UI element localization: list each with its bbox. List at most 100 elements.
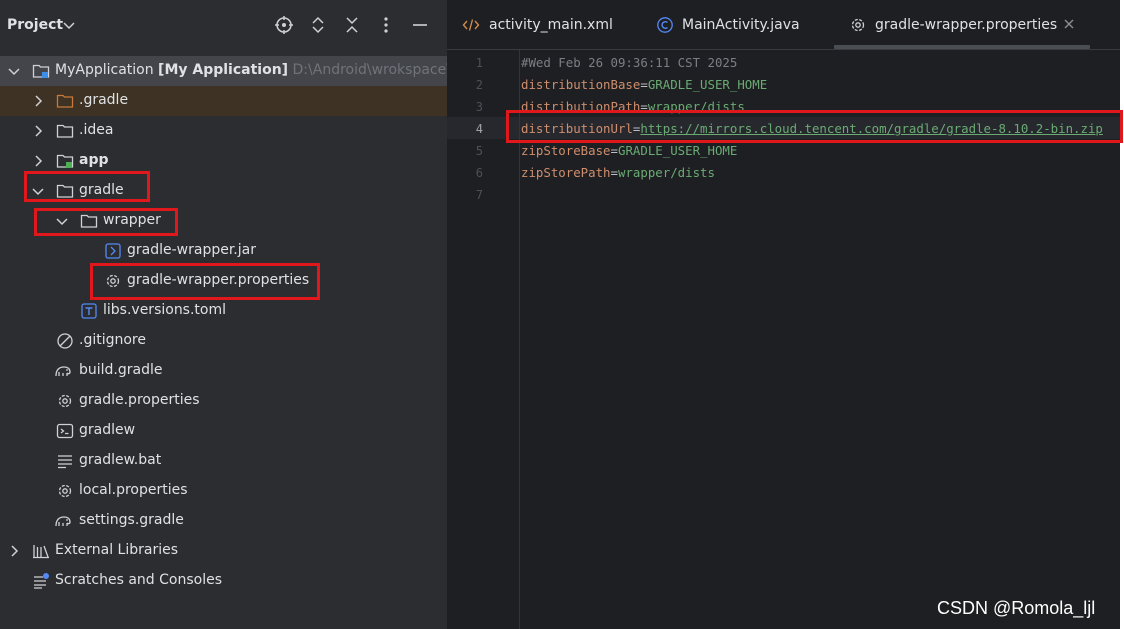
code-line-4[interactable]: distributionUrl=https://mirrors.cloud.te… bbox=[521, 121, 1103, 136]
tree-item-gradle[interactable]: gradle bbox=[0, 176, 447, 206]
ignore-icon bbox=[57, 333, 73, 349]
tab-label: MainActivity.java bbox=[682, 17, 800, 33]
project-name: MyApplication bbox=[55, 62, 154, 78]
xml-icon bbox=[462, 19, 480, 31]
tree-item-dot-gradle[interactable]: .gradle bbox=[0, 86, 447, 116]
chevron-down-icon[interactable] bbox=[7, 64, 21, 78]
chevron-right-icon[interactable] bbox=[7, 544, 21, 558]
tree-item-label: gradlew.bat bbox=[79, 452, 162, 468]
project-tool-window: Project MyApplication [My Application] D… bbox=[0, 0, 447, 629]
jar-icon bbox=[105, 243, 121, 259]
minimize-icon[interactable] bbox=[410, 15, 430, 35]
tree-item-label: gradle-wrapper.properties bbox=[127, 272, 310, 288]
tab-label: activity_main.xml bbox=[489, 17, 613, 33]
property-key: distributionBase bbox=[521, 77, 641, 92]
folder-icon bbox=[56, 184, 74, 198]
tree-root-label: MyApplication [My Application] D:\Androi… bbox=[55, 62, 447, 78]
tree-root-myapplication[interactable]: MyApplication [My Application] D:\Androi… bbox=[0, 56, 447, 86]
line-number: 2 bbox=[475, 78, 483, 92]
property-equals: = bbox=[640, 77, 648, 92]
tree-item-libs-versions-toml[interactable]: libs.versions.toml bbox=[0, 296, 447, 326]
module-folder-icon bbox=[32, 64, 50, 78]
property-value: wrapper/dists bbox=[647, 99, 745, 114]
gear-icon bbox=[851, 18, 865, 32]
folder-icon bbox=[80, 214, 98, 228]
editor-tab-bar: activity_main.xml MainActivity.java grad… bbox=[447, 0, 1120, 50]
chevron-down-icon[interactable] bbox=[31, 184, 45, 198]
tree-item-gradle-wrapper-jar[interactable]: gradle-wrapper.jar bbox=[0, 236, 447, 266]
tab-activity-main-xml[interactable]: activity_main.xml bbox=[462, 0, 642, 49]
tree-item-label: gradlew bbox=[79, 422, 136, 438]
collapse-all-icon[interactable] bbox=[342, 15, 362, 35]
java-class-icon bbox=[657, 17, 673, 33]
tree-item-gradle-properties[interactable]: gradle.properties bbox=[0, 386, 447, 416]
property-value: GRADLE_USER_HOME bbox=[647, 77, 768, 92]
line-number: 5 bbox=[475, 144, 483, 158]
property-value: wrapper/dists bbox=[618, 165, 715, 180]
folder-orange-icon bbox=[56, 94, 74, 108]
gear-icon bbox=[106, 274, 120, 288]
expand-all-icon[interactable] bbox=[308, 15, 328, 35]
line-number: 6 bbox=[475, 166, 483, 180]
tree-item-label: libs.versions.toml bbox=[103, 302, 227, 318]
line-number: 4 bbox=[475, 122, 483, 136]
property-equals: = bbox=[640, 99, 648, 114]
library-icon bbox=[33, 545, 49, 559]
tree-item-app[interactable]: app bbox=[0, 146, 447, 176]
tree-item-label: External Libraries bbox=[55, 542, 178, 558]
tree-item-gitignore[interactable]: .gitignore bbox=[0, 326, 447, 356]
code-line-1[interactable]: #Wed Feb 26 09:36:11 CST 2025 bbox=[521, 55, 737, 70]
close-icon[interactable] bbox=[1062, 17, 1076, 31]
module-folder-icon bbox=[56, 154, 74, 168]
tree-item-build-gradle[interactable]: build.gradle bbox=[0, 356, 447, 386]
distribution-url-link[interactable]: https://mirrors.cloud.tencent.com/gradle… bbox=[640, 121, 1103, 136]
tree-item-scratches-and-consoles[interactable]: Scratches and Consoles bbox=[0, 566, 447, 596]
project-panel-header: Project bbox=[0, 0, 447, 51]
code-line-6[interactable]: zipStorePath=wrapper/dists bbox=[521, 165, 715, 180]
chevron-down-icon[interactable] bbox=[55, 214, 69, 228]
toml-icon bbox=[81, 303, 97, 319]
tree-item-label: gradle.properties bbox=[79, 392, 200, 408]
line-number-gutter: 1 2 3 4 5 6 7 bbox=[447, 50, 520, 629]
tree-item-label: gradle bbox=[79, 182, 124, 198]
tree-item-idea[interactable]: .idea bbox=[0, 116, 447, 146]
gradle-elephant-icon bbox=[55, 366, 71, 377]
code-line-3[interactable]: distributionPath=wrapper/dists bbox=[521, 99, 745, 114]
chevron-down-icon[interactable] bbox=[62, 18, 76, 32]
folder-icon bbox=[56, 124, 74, 138]
property-key: distributionPath bbox=[521, 99, 641, 114]
more-options-icon[interactable] bbox=[376, 15, 396, 35]
property-key: zipStoreBase bbox=[521, 143, 611, 158]
scratches-icon bbox=[34, 573, 49, 589]
text-lines-icon bbox=[58, 455, 72, 469]
chevron-right-icon[interactable] bbox=[31, 124, 45, 138]
chevron-right-icon[interactable] bbox=[31, 94, 45, 108]
gear-icon bbox=[58, 394, 72, 408]
tree-item-gradle-wrapper-properties[interactable]: gradle-wrapper.properties bbox=[0, 266, 447, 296]
chevron-right-icon[interactable] bbox=[31, 154, 45, 168]
code-line-5[interactable]: zipStoreBase=GRADLE_USER_HOME bbox=[521, 143, 737, 158]
tab-label: gradle-wrapper.properties bbox=[875, 17, 1058, 33]
project-panel-title[interactable]: Project bbox=[7, 17, 63, 33]
tree-item-label: Scratches and Consoles bbox=[55, 572, 222, 588]
line-number: 3 bbox=[475, 100, 483, 114]
locate-target-icon[interactable] bbox=[274, 15, 294, 35]
csdn-watermark: CSDN @Romola_ljl bbox=[937, 598, 1096, 618]
code-line-2[interactable]: distributionBase=GRADLE_USER_HOME bbox=[521, 77, 767, 92]
gear-icon bbox=[58, 484, 72, 498]
tree-item-gradlew-bat[interactable]: gradlew.bat bbox=[0, 446, 447, 476]
tree-item-gradlew[interactable]: gradlew bbox=[0, 416, 447, 446]
active-tab-indicator bbox=[834, 45, 1090, 49]
tree-item-local-properties[interactable]: local.properties bbox=[0, 476, 447, 506]
tree-item-label: local.properties bbox=[79, 482, 188, 498]
tree-item-label: wrapper bbox=[103, 212, 161, 228]
tab-gradle-wrapper-properties[interactable]: gradle-wrapper.properties bbox=[834, 0, 1090, 49]
tab-mainactivity-java[interactable]: MainActivity.java bbox=[656, 0, 836, 49]
property-value: GRADLE_USER_HOME bbox=[618, 143, 738, 158]
line-number: 7 bbox=[475, 188, 483, 202]
tree-item-wrapper[interactable]: wrapper bbox=[0, 206, 447, 236]
tree-item-label: settings.gradle bbox=[79, 512, 184, 528]
tree-item-external-libraries[interactable]: External Libraries bbox=[0, 536, 447, 566]
property-equals: = bbox=[610, 143, 618, 158]
tree-item-settings-gradle[interactable]: settings.gradle bbox=[0, 506, 447, 536]
